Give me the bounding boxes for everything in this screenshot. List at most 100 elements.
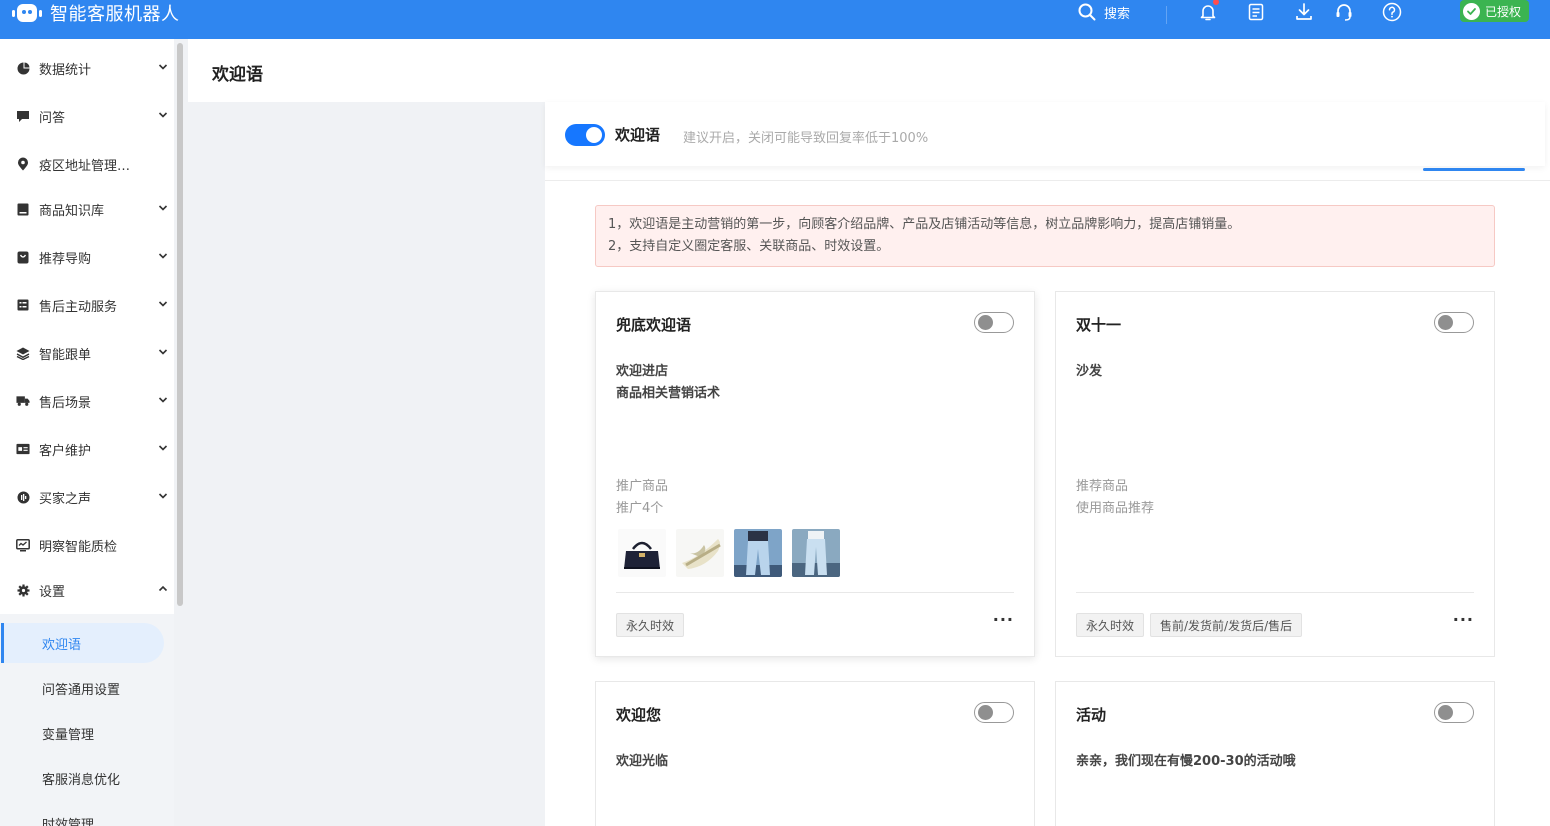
chevron-down-icon [158,112,168,118]
sidebar-item-label: 疫区地址管理… [39,158,131,174]
book-icon [16,202,30,216]
search-label: 搜索 [1104,6,1131,22]
sidebar-item-data-stats[interactable]: 数据统计 [0,53,174,83]
sidebar-scrollbar[interactable] [177,43,183,606]
submenu-item-label: 欢迎语 [42,637,82,653]
sidebar-item-product-knowledge[interactable]: 商品知识库 [0,194,174,224]
layers-icon [16,346,30,360]
product-value: 推广4个 [616,501,664,516]
notice-line: 2，支持自定义圈定客服、关联商品、时效设置。 [608,239,890,254]
chevron-down-icon [158,253,168,259]
welcome-card[interactable]: 兜底欢迎语 欢迎进店 商品相关营销话术 推广商品 推广4个 永久时效 ··· [595,291,1035,657]
help-button[interactable] [1380,0,1404,24]
chevron-down-icon [158,64,168,70]
sidebar-item-quality-check[interactable]: 明察智能质检 [0,530,174,560]
more-options-icon[interactable]: ··· [993,610,1014,629]
sidebar-item-label: 推荐导购 [39,251,92,267]
product-value: 使用商品推荐 [1076,501,1155,516]
submenu-item-timeliness[interactable]: 时效管理 [0,803,174,826]
gear-icon [16,583,30,597]
sandal-image[interactable] [676,529,724,577]
left-gray-pane [188,102,545,826]
chevron-down-icon [158,349,168,355]
card-toggle-switch[interactable] [1434,702,1474,723]
welcome-toggle-label: 欢迎语 [615,126,661,144]
sidebar-item-settings[interactable]: 设置 [0,575,174,605]
welcome-card[interactable]: 欢迎您 欢迎光临 [595,681,1035,826]
product-thumbnails [618,529,840,577]
sidebar-item-label: 问答 [39,110,66,126]
card-divider [1076,592,1474,593]
card-tags: 永久时效 售前/发货前/发货后/售后 [1076,613,1303,637]
sidebar: 数据统计 问答 疫区地址管理… 商品知识库 推荐导购 售后主动服务 智能跟单 售… [0,39,174,826]
product-label: 推广商品 [616,479,669,494]
card-tags: 永久时效 [616,613,685,637]
welcome-toggle-hint: 建议开启，关闭可能导致回复率低于100% [683,131,929,146]
card-message-line: 亲亲，我们现在有慢200-30的活动哦 [1076,754,1296,769]
card-message-line: 欢迎进店 [616,364,669,379]
authorized-label: 已授权 [1485,4,1522,19]
add-button-edge[interactable] [1423,168,1525,171]
support-button[interactable] [1332,0,1356,24]
sidebar-item-label: 售后场景 [39,395,92,411]
sidebar-item-recommend-guide[interactable]: 推荐导购 [0,242,174,272]
submenu-item-label: 时效管理 [42,817,95,826]
task-list-button[interactable] [1244,0,1268,24]
welcome-card[interactable]: 双十一 沙发 推荐商品 使用商品推荐 永久时效 售前/发货前/发货后/售后 ··… [1055,291,1495,657]
submenu-item-label: 变量管理 [42,727,95,743]
sidebar-item-label: 售后主动服务 [39,299,118,315]
sidebar-item-label: 智能跟单 [39,347,92,363]
sidebar-item-aftersale-scenes[interactable]: 售后场景 [0,386,174,416]
card-divider [616,592,1014,593]
sidebar-item-label: 商品知识库 [39,203,105,219]
headset-icon [1336,4,1352,21]
help-icon [1382,2,1402,22]
more-options-icon[interactable]: ··· [1453,610,1474,629]
notification-button[interactable] [1196,0,1220,24]
page-title: 欢迎语 [212,65,263,85]
toolbar-divider [1166,6,1167,24]
submenu-item-welcome[interactable]: 欢迎语 [1,623,164,663]
jeans-image[interactable] [734,529,782,577]
list-icon [16,298,30,312]
submenu-item-message-optimize[interactable]: 客服消息优化 [0,758,174,798]
time-tag: 永久时效 [616,613,685,637]
sidebar-item-aftersale-service[interactable]: 售后主动服务 [0,290,174,320]
sidebar-item-epidemic-address[interactable]: 疫区地址管理… [0,149,174,179]
authorized-badge[interactable]: 已授权 [1460,0,1530,22]
trousers-image[interactable] [792,529,840,577]
product-label: 推荐商品 [1076,479,1129,494]
card-message-line: 欢迎光临 [616,754,669,769]
card-message-line: 沙发 [1076,364,1103,379]
welcome-toggle-switch[interactable] [565,124,605,146]
app-title: 智能客服机器人 [50,4,180,25]
handbag-image[interactable] [618,529,666,577]
bag-icon [16,250,30,264]
welcome-card[interactable]: 活动 亲亲，我们现在有慢200-30的活动哦 [1055,681,1495,826]
card-title: 兜底欢迎语 [616,316,692,334]
brand[interactable]: 智能客服机器人 [12,0,180,26]
section-divider [545,180,1550,181]
chevron-down-icon [158,397,168,403]
sidebar-item-customer-care[interactable]: 客户维护 [0,434,174,464]
submenu-item-qa-settings[interactable]: 问答通用设置 [0,668,174,708]
id-card-icon [16,442,30,456]
download-icon [1296,3,1312,20]
submenu-item-variables[interactable]: 变量管理 [0,713,174,753]
card-title: 活动 [1076,706,1107,724]
pie-chart-icon [16,61,30,75]
submenu-item-label: 客服消息优化 [42,772,121,788]
notice-line: 1，欢迎语是主动营销的第一步，向顾客介绍品牌、产品及店铺活动等信息，树立品牌影响… [608,217,1241,232]
chat-icon [16,109,30,123]
download-button[interactable] [1292,0,1316,24]
card-toggle-switch[interactable] [1434,312,1474,333]
card-toggle-switch[interactable] [974,702,1014,723]
sidebar-item-qa[interactable]: 问答 [0,101,174,131]
chevron-down-icon [158,493,168,499]
card-toggle-switch[interactable] [974,312,1014,333]
sidebar-item-buyer-voice[interactable]: 买家之声 [0,482,174,512]
search-button[interactable]: 搜索 [1078,1,1130,23]
sidebar-item-smart-tracking[interactable]: 智能跟单 [0,338,174,368]
page-header: 欢迎语 [188,39,1550,102]
welcome-toggle-bar: 欢迎语 建议开启，关闭可能导致回复率低于100% [545,102,1545,166]
